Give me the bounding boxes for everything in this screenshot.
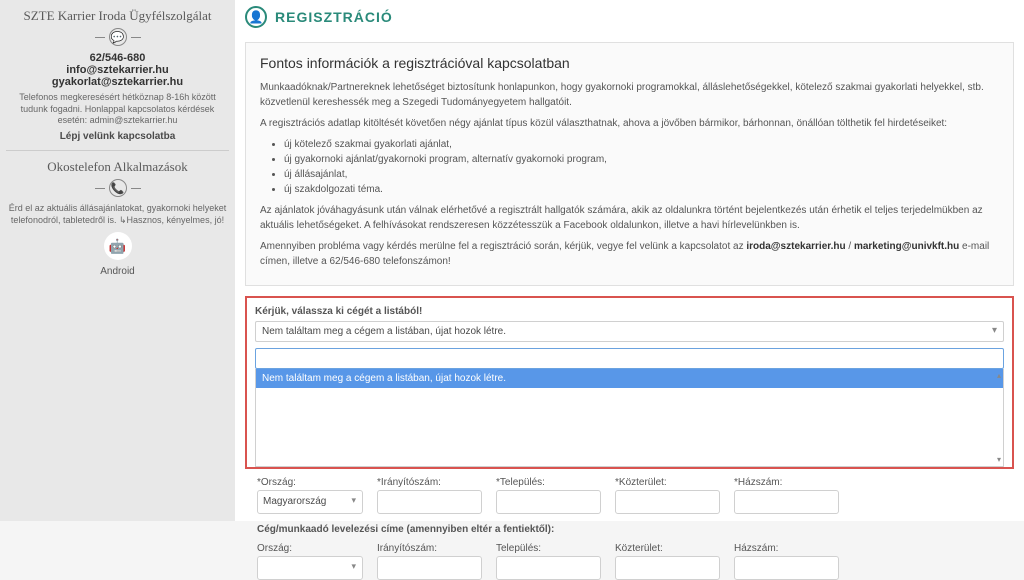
zip-input[interactable] — [377, 490, 482, 514]
city-label: Település: — [496, 477, 601, 488]
list-item: új gyakornoki ajánlat/gyakornoki program… — [284, 152, 999, 167]
headquarters-row: Ország: Magyarország Irányítószám: Telep… — [245, 477, 1014, 514]
street-label-2: Közterület: — [615, 543, 720, 554]
street-input-2[interactable] — [615, 556, 720, 580]
android-label[interactable]: Android — [6, 266, 229, 277]
divider — [6, 150, 229, 151]
number-label-2: Házszám: — [734, 543, 839, 554]
page-title: REGISZTRÁCIÓ — [275, 9, 393, 25]
android-icon[interactable]: 🤖 — [104, 232, 132, 260]
company-select[interactable]: Nem találtam meg a cégem a listában, úja… — [255, 321, 1004, 342]
city-input-2[interactable] — [496, 556, 601, 580]
list-item: új kötelező szakmai gyakorlati ajánlat, — [284, 137, 999, 152]
main-content: 👤 REGISZTRÁCIÓ Fontos információk a regi… — [235, 0, 1024, 521]
info-p2: A regisztrációs adatlap kitöltését követ… — [260, 116, 999, 131]
scroll-up-icon[interactable]: ▴ — [997, 371, 1001, 380]
sidebar-title: SZTE Karrier Iroda Ügyfélszolgálat — [6, 8, 229, 24]
page-header: 👤 REGISZTRÁCIÓ — [245, 0, 1014, 34]
mailing-row: Ország: Irányítószám: Település: Közterü… — [245, 543, 1014, 580]
city-label-2: Település: — [496, 543, 601, 554]
email-link-2[interactable]: marketing@univkft.hu — [854, 241, 959, 252]
info-title: Fontos információk a regisztrációval kap… — [260, 53, 999, 74]
zip-label: Irányítószám: — [377, 477, 482, 488]
info-p3: Az ajánlatok jóváhagyásunk után válnak e… — [260, 203, 999, 233]
zip-label-2: Irányítószám: — [377, 543, 482, 554]
speech-icon: 💬 — [109, 28, 127, 46]
info-p1: Munkaadóknak/Partnereknek lehetőséget bi… — [260, 80, 999, 110]
email-info: info@sztekarrier.hu — [6, 64, 229, 76]
street-label: Közterület: — [615, 477, 720, 488]
dropdown-list[interactable]: Nem találtam meg a cégem a listában, úja… — [255, 369, 1004, 467]
number-input[interactable] — [734, 490, 839, 514]
number-input-2[interactable] — [734, 556, 839, 580]
sidebar-desc-2: Érd el az aktuális állásajánlatokat, gya… — [6, 203, 229, 226]
scroll-down-icon[interactable]: ▾ — [997, 455, 1001, 464]
company-search-input[interactable] — [255, 348, 1004, 369]
country-select-2[interactable] — [257, 556, 363, 580]
country-select[interactable]: Magyarország — [257, 490, 363, 514]
decor-ring-2: 📞 — [6, 179, 229, 197]
info-panel: Fontos információk a regisztrációval kap… — [245, 42, 1014, 286]
email-link-1[interactable]: iroda@sztekarrier.hu — [746, 241, 845, 252]
sidebar: SZTE Karrier Iroda Ügyfélszolgálat 💬 62/… — [0, 0, 235, 521]
apps-title: Okostelefon Alkalmazások — [6, 159, 229, 175]
email-gyakorlat: gyakorlat@sztekarrier.hu — [6, 76, 229, 88]
user-icon: 👤 — [245, 6, 267, 28]
contact-link[interactable]: Lépj velünk kapcsolatba — [6, 131, 229, 142]
dropdown-option-selected[interactable]: Nem találtam meg a cégem a listában, úja… — [256, 369, 1003, 388]
phone-icon: 📞 — [109, 179, 127, 197]
decor-ring: 💬 — [6, 28, 229, 46]
phone-number: 62/546-680 — [6, 52, 229, 64]
mailing-section-label: Cég/munkaadó levelezési címe (amennyiben… — [245, 524, 1014, 535]
zip-input-2[interactable] — [377, 556, 482, 580]
number-label: Házszám: — [734, 477, 839, 488]
list-item: új szakdolgozati téma. — [284, 182, 999, 197]
country-label-2: Ország: — [257, 543, 363, 554]
sidebar-desc-1: Telefonos megkeresésért hétköznap 8-16h … — [6, 92, 229, 127]
info-list: új kötelező szakmai gyakorlati ajánlat, … — [284, 137, 999, 197]
company-select-box: Kérjük, válassza ki cégét a listából! Ne… — [245, 296, 1014, 469]
country-label: Ország: — [257, 477, 363, 488]
street-input[interactable] — [615, 490, 720, 514]
list-item: új állásajánlat, — [284, 167, 999, 182]
select-label: Kérjük, válassza ki cégét a listából! — [255, 306, 1004, 317]
info-p4: Amennyiben probléma vagy kérdés merülne … — [260, 239, 999, 269]
city-input[interactable] — [496, 490, 601, 514]
